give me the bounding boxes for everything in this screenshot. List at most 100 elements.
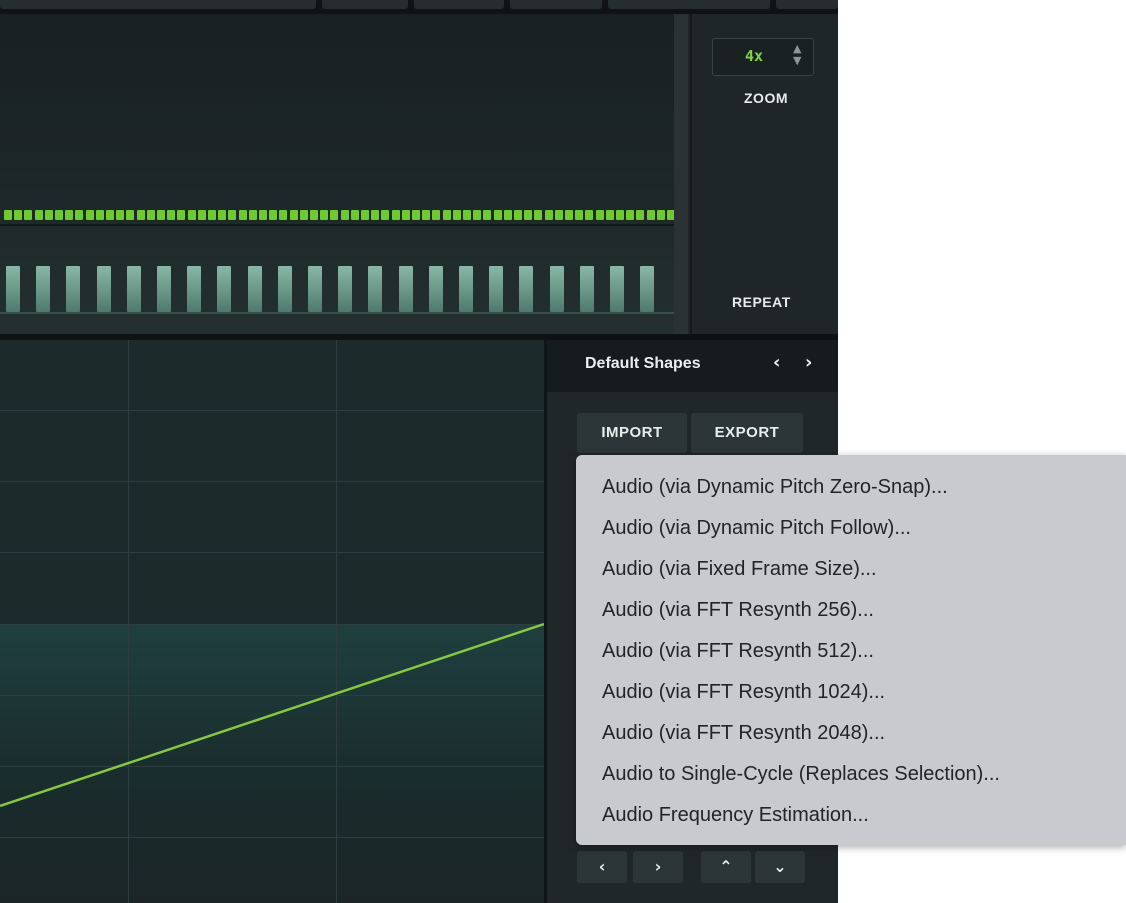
- frame-bar[interactable]: [398, 266, 413, 312]
- menu-item-fft-2048[interactable]: Audio (via FFT Resynth 2048)...: [602, 713, 885, 753]
- frame-marker[interactable]: [361, 210, 369, 220]
- frame-bar[interactable]: [579, 266, 594, 312]
- frame-marker[interactable]: [259, 210, 267, 220]
- frame-marker[interactable]: [106, 210, 114, 220]
- frame-marker[interactable]: [340, 210, 349, 220]
- move-down-button[interactable]: ⌄: [755, 851, 805, 883]
- frame-marker[interactable]: [157, 210, 165, 220]
- menu-item-pitch-follow[interactable]: Audio (via Dynamic Pitch Follow)...: [602, 508, 911, 548]
- frame-bar[interactable]: [96, 266, 111, 312]
- frame-bar[interactable]: [247, 266, 262, 312]
- frame-bar[interactable]: [489, 266, 504, 312]
- frame-bar[interactable]: [338, 266, 353, 312]
- frame-marker[interactable]: [34, 210, 43, 220]
- frame-bars-row[interactable]: [0, 266, 684, 312]
- frame-marker[interactable]: [493, 210, 502, 220]
- menu-item-frequency-estimation[interactable]: Audio Frequency Estimation...: [602, 795, 869, 835]
- frame-marker[interactable]: [565, 210, 573, 220]
- frame-marker[interactable]: [636, 210, 645, 220]
- frame-marker[interactable]: [289, 210, 298, 220]
- frame-marker[interactable]: [422, 210, 431, 220]
- frame-marker[interactable]: [524, 210, 533, 220]
- frame-marker[interactable]: [656, 210, 665, 220]
- frame-bar[interactable]: [428, 266, 443, 312]
- frame-bar[interactable]: [640, 266, 655, 312]
- frame-bar[interactable]: [36, 266, 51, 312]
- frame-bar[interactable]: [6, 266, 20, 312]
- frame-marker[interactable]: [44, 210, 53, 220]
- frame-marker[interactable]: [218, 210, 227, 220]
- frame-marker[interactable]: [442, 210, 451, 220]
- frame-marker-row[interactable]: [0, 210, 686, 220]
- frame-marker[interactable]: [177, 210, 186, 220]
- frame-marker[interactable]: [473, 210, 482, 220]
- prev-shape-button[interactable]: ‹: [577, 851, 627, 883]
- frame-marker[interactable]: [503, 210, 512, 220]
- frame-marker[interactable]: [24, 210, 33, 220]
- frame-marker[interactable]: [483, 210, 492, 220]
- frame-marker[interactable]: [391, 210, 400, 220]
- frame-marker[interactable]: [126, 210, 135, 220]
- frame-marker[interactable]: [95, 210, 104, 220]
- frame-marker[interactable]: [146, 210, 155, 220]
- frame-bar[interactable]: [459, 266, 473, 312]
- menu-item-fft-256[interactable]: Audio (via FFT Resynth 256)...: [602, 590, 874, 630]
- frame-marker[interactable]: [412, 210, 420, 220]
- frame-marker[interactable]: [514, 210, 522, 220]
- frame-marker[interactable]: [187, 210, 196, 220]
- frame-bar[interactable]: [308, 266, 322, 312]
- frame-timeline[interactable]: [0, 14, 688, 334]
- frame-marker[interactable]: [238, 210, 247, 220]
- frame-marker[interactable]: [330, 210, 339, 220]
- frame-bar[interactable]: [277, 266, 292, 312]
- frame-marker[interactable]: [248, 210, 257, 220]
- menu-item-fft-512[interactable]: Audio (via FFT Resynth 512)...: [602, 631, 874, 671]
- frame-marker[interactable]: [136, 210, 145, 220]
- frame-marker[interactable]: [575, 210, 584, 220]
- export-button[interactable]: EXPORT: [691, 413, 803, 453]
- frame-marker[interactable]: [646, 210, 655, 220]
- up-down-arrows-icon[interactable]: ▲ ▼: [793, 43, 801, 67]
- frame-marker[interactable]: [299, 210, 308, 220]
- frame-marker[interactable]: [463, 210, 471, 220]
- frame-marker[interactable]: [320, 210, 329, 220]
- frame-marker[interactable]: [401, 210, 410, 220]
- move-up-button[interactable]: ⌃: [701, 851, 751, 883]
- frame-bar[interactable]: [126, 266, 141, 312]
- frame-marker[interactable]: [65, 210, 74, 220]
- frame-marker[interactable]: [85, 210, 94, 220]
- frame-marker[interactable]: [208, 210, 216, 220]
- frame-marker[interactable]: [371, 210, 380, 220]
- frame-marker[interactable]: [626, 210, 635, 220]
- frame-marker[interactable]: [544, 210, 553, 220]
- frame-bar[interactable]: [549, 266, 564, 312]
- frame-marker[interactable]: [432, 210, 441, 220]
- frame-bar[interactable]: [66, 266, 81, 312]
- timeline-scrollbar[interactable]: [674, 14, 688, 334]
- frame-marker[interactable]: [116, 210, 125, 220]
- frame-marker[interactable]: [55, 210, 63, 220]
- frame-marker[interactable]: [167, 210, 176, 220]
- frame-marker[interactable]: [595, 210, 604, 220]
- frame-marker[interactable]: [534, 210, 543, 220]
- frame-marker[interactable]: [605, 210, 614, 220]
- frame-marker[interactable]: [75, 210, 84, 220]
- next-shape-button[interactable]: ›: [633, 851, 683, 883]
- chevron-left-icon[interactable]: ‹: [773, 352, 780, 373]
- chevron-right-icon[interactable]: ›: [805, 352, 812, 373]
- frame-marker[interactable]: [197, 210, 206, 220]
- frame-marker[interactable]: [585, 210, 594, 220]
- frame-bar[interactable]: [610, 266, 624, 312]
- frame-bar[interactable]: [187, 266, 202, 312]
- frame-marker[interactable]: [228, 210, 237, 220]
- frame-marker[interactable]: [452, 210, 461, 220]
- frame-marker[interactable]: [279, 210, 288, 220]
- frame-bar[interactable]: [157, 266, 171, 312]
- frame-bar[interactable]: [519, 266, 534, 312]
- menu-item-single-cycle[interactable]: Audio to Single-Cycle (Replaces Selectio…: [602, 754, 1000, 794]
- waveform-curve[interactable]: [0, 340, 544, 903]
- frame-marker[interactable]: [350, 210, 359, 220]
- menu-item-zero-snap[interactable]: Audio (via Dynamic Pitch Zero-Snap)...: [602, 467, 948, 507]
- zoom-stepper[interactable]: 4x ▲ ▼: [712, 38, 814, 76]
- repeat-button[interactable]: REPEAT: [732, 294, 791, 310]
